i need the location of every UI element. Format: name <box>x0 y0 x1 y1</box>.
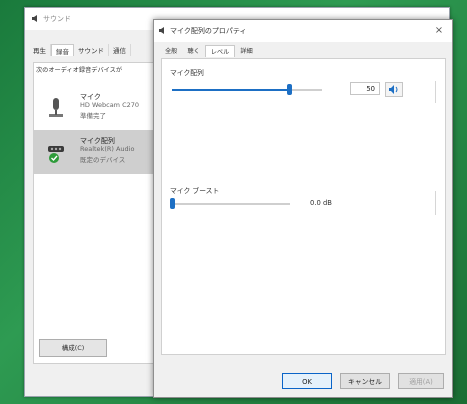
mute-button[interactable] <box>385 82 403 97</box>
tab-general[interactable]: 全般 <box>160 45 182 57</box>
device-driver: Realtek(R) Audio <box>80 145 135 153</box>
tab-communications[interactable]: 通信 <box>109 44 131 56</box>
speaker-icon <box>32 15 37 22</box>
mic-array-slider-track <box>172 89 322 91</box>
device-item-webcam-mic[interactable]: マイク HD Webcam C270 準備完了 <box>34 86 155 130</box>
sound-window-title: サウンド <box>43 15 71 23</box>
speaker-icon <box>159 27 164 34</box>
tab-advanced[interactable]: 詳細 <box>235 45 257 57</box>
tab-listen[interactable]: 聴く <box>182 45 204 57</box>
device-status: 既定のデバイス <box>80 156 126 164</box>
mic-array-slider-thumb[interactable] <box>287 84 292 95</box>
desktop: サウンド 再生 録音 サウンド 通信 次のオーディオ録音デバイスが マイク HD… <box>0 0 467 404</box>
group-divider <box>435 191 436 215</box>
mic-boost-slider-thumb[interactable] <box>170 198 175 209</box>
mic-array-label: マイク配列 <box>170 69 204 77</box>
microphone-array-icon <box>48 146 64 163</box>
properties-dialog: マイク配列のプロパティ × 全般 聴く レベル 詳細 マイク配列 50 マイク … <box>153 19 453 398</box>
device-status: 準備完了 <box>80 112 106 120</box>
configure-button[interactable]: 構成(C) <box>39 339 107 357</box>
mic-boost-level-group: マイク ブースト 0.0 dB <box>170 185 436 227</box>
properties-tabs: 全般 聴く レベル 詳細 <box>160 45 258 57</box>
speaker-icon <box>389 85 398 94</box>
mic-boost-label: マイク ブースト <box>170 187 220 195</box>
mic-array-slider-fill <box>172 89 289 91</box>
close-icon[interactable]: × <box>432 24 446 38</box>
device-item-mic-array[interactable]: マイク配列 Realtek(R) Audio 既定のデバイス <box>34 130 155 174</box>
tab-recording[interactable]: 録音 <box>51 44 74 56</box>
cancel-button[interactable]: キャンセル <box>340 373 390 389</box>
device-driver: HD Webcam C270 <box>80 101 140 109</box>
apply-button[interactable]: 適用(A) <box>398 373 444 389</box>
device-list-description: 次のオーディオ録音デバイスが <box>36 67 123 74</box>
levels-panel: マイク配列 50 マイク ブースト 0.0 dB <box>161 58 446 355</box>
properties-title-bar: マイク配列のプロパティ × <box>154 20 452 42</box>
mic-boost-value: 0.0 dB <box>310 199 332 207</box>
tab-sounds[interactable]: サウンド <box>74 44 109 56</box>
mic-array-level-group: マイク配列 50 <box>170 67 436 109</box>
tab-levels[interactable]: レベル <box>204 45 236 57</box>
mic-boost-slider-track <box>172 203 290 205</box>
sound-tabs: 再生 録音 サウンド 通信 <box>29 44 159 56</box>
mic-array-value-field[interactable]: 50 <box>350 82 380 95</box>
microphone-icon <box>49 98 63 117</box>
group-divider <box>435 81 436 103</box>
properties-title: マイク配列のプロパティ <box>170 27 247 35</box>
ok-button[interactable]: OK <box>282 373 332 389</box>
tab-playback[interactable]: 再生 <box>29 44 51 56</box>
